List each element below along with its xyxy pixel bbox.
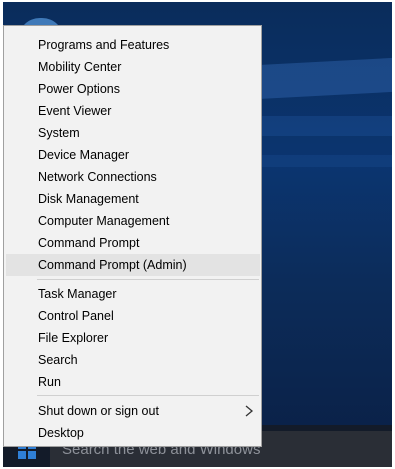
menu-item-computer-management[interactable]: Computer Management <box>6 210 260 232</box>
menu-item-desktop[interactable]: Desktop <box>6 422 260 444</box>
menu-item-task-manager[interactable]: Task Manager <box>6 283 260 305</box>
menu-item-run[interactable]: Run <box>6 371 260 393</box>
menu-item-device-manager[interactable]: Device Manager <box>6 144 260 166</box>
power-user-menu: Programs and Features Mobility Center Po… <box>3 25 262 447</box>
chevron-right-icon <box>245 405 254 417</box>
menu-item-programs-and-features[interactable]: Programs and Features <box>6 34 260 56</box>
menu-item-control-panel[interactable]: Control Panel <box>6 305 260 327</box>
screenshot-border <box>0 0 395 2</box>
menu-item-search[interactable]: Search <box>6 349 260 371</box>
menu-separator <box>37 395 259 396</box>
menu-item-system[interactable]: System <box>6 122 260 144</box>
menu-item-command-prompt-admin[interactable]: Command Prompt (Admin) <box>6 254 260 276</box>
menu-item-disk-management[interactable]: Disk Management <box>6 188 260 210</box>
menu-item-shut-down-or-sign-out[interactable]: Shut down or sign out <box>6 400 260 422</box>
menu-item-command-prompt[interactable]: Command Prompt <box>6 232 260 254</box>
menu-separator <box>37 279 259 280</box>
menu-item-network-connections[interactable]: Network Connections <box>6 166 260 188</box>
menu-item-file-explorer[interactable]: File Explorer <box>6 327 260 349</box>
menu-item-mobility-center[interactable]: Mobility Center <box>6 56 260 78</box>
menu-item-event-viewer[interactable]: Event Viewer <box>6 100 260 122</box>
menu-item-power-options[interactable]: Power Options <box>6 78 260 100</box>
